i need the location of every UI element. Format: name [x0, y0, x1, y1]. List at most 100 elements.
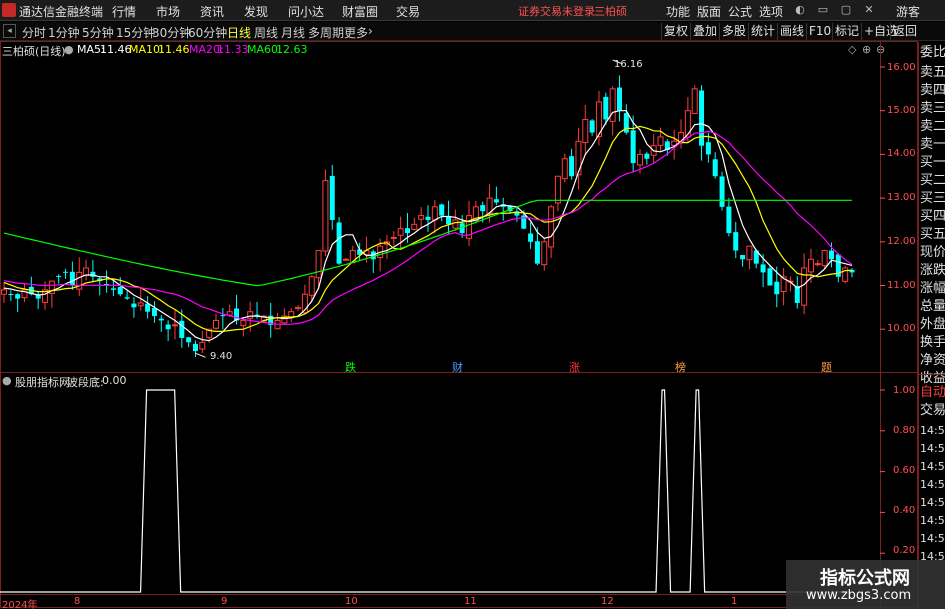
x-tick-11: 11: [464, 596, 477, 607]
side-time-6: 14:56: [920, 514, 945, 527]
side-sell3[interactable]: 卖三: [920, 100, 945, 118]
x-tick-9: 9: [221, 596, 228, 607]
price-tick-13: 13.00: [887, 192, 916, 203]
candle-body-down: [186, 337, 192, 343]
side-change[interactable]: 涨跌: [920, 262, 945, 280]
price-tick-10: 10.00: [887, 323, 916, 334]
candle-body-down: [569, 156, 575, 177]
sub-tick-1: 1.00: [893, 385, 916, 396]
candle-body-up: [83, 267, 90, 276]
candle-body-up: [247, 311, 254, 319]
side-time-4: 14:56: [920, 478, 945, 491]
side-sell4[interactable]: 卖四: [920, 82, 945, 100]
side-volume[interactable]: 总量: [920, 298, 945, 316]
candle-body-down: [493, 199, 499, 203]
price-tick-14: 14.00: [887, 148, 916, 159]
low-marker-line: [195, 352, 206, 358]
candle-body-down: [644, 153, 650, 159]
signal-bang[interactable]: 榜: [675, 359, 686, 375]
candle-body-down: [726, 206, 732, 234]
candle-body-up: [240, 319, 247, 327]
side-sell1[interactable]: 卖一: [920, 136, 945, 154]
candle-body-down: [616, 87, 622, 111]
signal-die[interactable]: 跌: [345, 359, 356, 375]
indicator-value: 0.00: [102, 374, 127, 387]
candle-body-down: [534, 241, 540, 264]
side-buy1[interactable]: 买一: [920, 154, 945, 172]
side-auto[interactable]: 自动: [920, 384, 945, 402]
candle-body-up: [431, 206, 438, 221]
candle-body-up: [390, 236, 397, 239]
chart-frame: [0, 41, 918, 608]
side-turnover[interactable]: 换手: [920, 334, 945, 352]
x-tick-8: 8: [74, 596, 81, 607]
side-time-2: 14:56: [920, 442, 945, 455]
candle-body-up: [554, 175, 561, 204]
candle-body-down: [528, 233, 534, 242]
candle-body-up: [322, 180, 329, 252]
candle-body-up: [575, 140, 582, 176]
x-tick-2024: 2024年: [2, 600, 38, 609]
sub-tick-08: 0.80: [893, 425, 916, 436]
candle-body-down: [712, 159, 718, 177]
candle-body-up: [801, 267, 808, 306]
candle-body-down: [740, 254, 746, 260]
side-change-pct[interactable]: 涨幅: [920, 280, 945, 298]
watermark: 指标公式网 www.zbgs3.com: [786, 560, 945, 609]
signal-ti[interactable]: 题: [821, 359, 832, 375]
candle-body-down: [15, 294, 21, 299]
candle-body-down: [733, 232, 739, 251]
candle-body-up: [295, 306, 302, 310]
candle-body-up: [342, 258, 349, 261]
side-divider: [919, 374, 945, 375]
side-buy3[interactable]: 买三: [920, 190, 945, 208]
candle-body-up: [582, 118, 589, 144]
candle-body-up: [199, 341, 206, 350]
candle-body-up: [397, 228, 404, 236]
candle-body-up: [684, 110, 691, 138]
candle-body-up: [548, 206, 555, 248]
candle-body-up: [807, 258, 814, 273]
side-time-3: 14:56: [920, 460, 945, 473]
side-net-assets[interactable]: 净资: [920, 352, 945, 370]
candle-body-down: [110, 288, 116, 290]
side-buy2[interactable]: 买二: [920, 172, 945, 190]
candle-body-down: [63, 271, 69, 273]
quote-side-panel: 委比 卖五 卖四 卖三 卖二 卖一 买一 买二 买三 买四 买五 现价 涨跌 涨…: [918, 42, 945, 609]
side-time-7: 14:56: [920, 532, 945, 545]
side-outer[interactable]: 外盘: [920, 316, 945, 334]
candle-body-down: [145, 303, 151, 312]
candle-body-up: [418, 215, 425, 220]
side-buy4[interactable]: 买四: [920, 208, 945, 226]
candle-body-down: [220, 315, 226, 317]
candle-body-up: [411, 223, 418, 230]
side-price[interactable]: 现价: [920, 244, 945, 262]
candle-body-down: [774, 281, 780, 295]
candle-body-down: [767, 268, 773, 286]
candle-body-up: [137, 302, 144, 307]
candle-body-down: [192, 343, 198, 352]
signal-cai[interactable]: 财: [452, 359, 463, 375]
candle-body-down: [404, 228, 410, 234]
candle-body-down: [151, 308, 157, 317]
side-weibi[interactable]: 委比: [920, 44, 945, 62]
candle-body-up: [637, 153, 643, 166]
candle-body-down: [480, 205, 486, 212]
indicator-source: 股朋指标网: [15, 376, 70, 389]
candle-body-down: [630, 130, 636, 164]
candle-body-down: [336, 222, 342, 264]
signal-zhang[interactable]: 涨: [569, 359, 580, 375]
side-trade[interactable]: 交易: [920, 402, 945, 420]
candle-body-up: [452, 219, 459, 229]
side-sell2[interactable]: 卖二: [920, 118, 945, 136]
candle-body-down: [69, 271, 75, 286]
sub-tick-04: 0.40: [893, 505, 916, 516]
kline-chart[interactable]: [0, 0, 945, 609]
side-sell5[interactable]: 卖五: [920, 64, 945, 82]
side-buy5[interactable]: 买五: [920, 226, 945, 244]
price-tick-11: 11.00: [887, 280, 916, 291]
band-bottom-line: [0, 389, 852, 593]
candle-body-up: [1, 289, 7, 295]
candle-body-down: [425, 216, 431, 220]
sub-settings-icon[interactable]: ●: [2, 374, 12, 387]
